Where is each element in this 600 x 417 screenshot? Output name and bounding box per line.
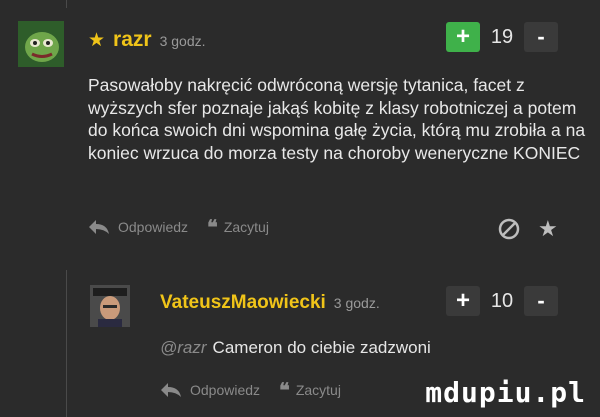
vote-controls: + 10 - xyxy=(446,286,558,316)
comment-header: ★ razr 3 godz. xyxy=(88,28,206,52)
username-link[interactable]: VateuszMaowiecki xyxy=(160,292,326,314)
comment-text: Cameron do ciebie zadzwoni xyxy=(212,338,431,357)
star-icon: ★ xyxy=(88,30,106,51)
quote-icon: ❝ xyxy=(207,215,218,239)
reply-label: Odpowiedz xyxy=(118,219,189,235)
avatar[interactable] xyxy=(90,285,130,327)
block-icon[interactable] xyxy=(498,218,520,240)
quote-icon: ❝ xyxy=(279,378,290,402)
quote-button[interactable]: ❝ Zacytuj xyxy=(207,215,269,239)
comment-extra-icons: ★ xyxy=(498,216,558,242)
username-link[interactable]: razr xyxy=(113,28,152,52)
downvote-button[interactable]: - xyxy=(524,22,558,52)
comment-time: 3 godz. xyxy=(333,295,380,311)
avatar[interactable] xyxy=(18,21,64,67)
comment-actions: Odpowiedz ❝ Zacytuj xyxy=(160,378,341,402)
quote-button[interactable]: ❝ Zacytuj xyxy=(279,378,341,402)
reply-arrow-icon xyxy=(161,383,181,397)
reply-button[interactable]: Odpowiedz xyxy=(160,382,260,398)
reply-arrow-icon xyxy=(89,220,109,234)
upvote-button[interactable]: + xyxy=(446,22,480,52)
quote-label: Zacytuj xyxy=(295,382,341,398)
comment-text: Pasowałoby nakręcić odwróconą wersję tyt… xyxy=(88,75,586,163)
comment-actions: Odpowiedz ❝ Zacytuj xyxy=(88,215,269,239)
mention-link[interactable]: @razr xyxy=(160,338,207,358)
comment-text-row: @razr Cameron do ciebie zadzwoni xyxy=(160,338,431,358)
upvote-button[interactable]: + xyxy=(446,286,480,316)
quote-label: Zacytuj xyxy=(223,219,269,235)
favorite-star-icon[interactable]: ★ xyxy=(538,216,558,242)
downvote-button[interactable]: - xyxy=(524,286,558,316)
comment-header: VateuszMaowiecki 3 godz. xyxy=(160,292,380,314)
reply-button[interactable]: Odpowiedz xyxy=(88,219,188,235)
comment-time: 3 godz. xyxy=(159,33,206,49)
vote-score: 10 xyxy=(490,289,514,312)
vote-controls: + 19 - xyxy=(446,22,558,52)
watermark: mdupiu.pl xyxy=(425,376,586,409)
reply-label: Odpowiedz xyxy=(190,382,261,398)
vote-score: 19 xyxy=(490,25,514,48)
